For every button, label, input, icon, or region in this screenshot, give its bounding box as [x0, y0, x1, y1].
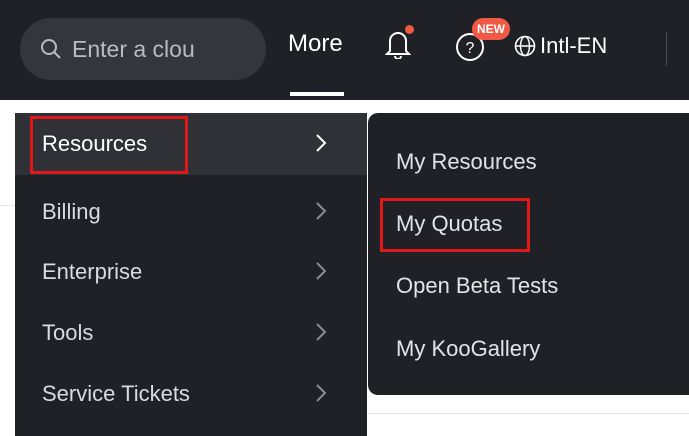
menu-item-label: Service Tickets: [42, 381, 190, 406]
globe-icon[interactable]: [514, 35, 536, 57]
divider: [666, 32, 667, 66]
divider: [368, 413, 689, 414]
menu-item-label: Enterprise: [42, 259, 143, 284]
chevron-right-icon: [316, 202, 327, 220]
submenu-item-label: My Resources: [396, 149, 537, 174]
top-navigation-bar: Enter a clou More ? NEW Intl-EN: [0, 0, 689, 100]
chevron-right-icon: [316, 323, 327, 341]
menu-item-resources[interactable]: Resources: [15, 113, 367, 175]
active-tab-indicator: [290, 92, 344, 96]
submenu-item-my-resources[interactable]: My Resources: [368, 133, 689, 193]
menu-item-label: Billing: [42, 199, 101, 224]
submenu-item-my-quotas[interactable]: My Quotas: [368, 195, 689, 255]
submenu-item-label: My Quotas: [396, 211, 503, 236]
menu-item-service-tickets[interactable]: Service Tickets: [15, 363, 367, 425]
submenu-item-label: My KooGallery: [396, 336, 541, 361]
submenu-item-label: Open Beta Tests: [396, 273, 559, 298]
new-badge: NEW: [472, 18, 510, 40]
chevron-right-icon: [316, 134, 327, 152]
search-input[interactable]: Enter a clou: [20, 18, 266, 80]
more-menu-button[interactable]: More: [288, 30, 343, 58]
menu-item-label: Tools: [42, 320, 94, 345]
search-placeholder: Enter a clou: [72, 35, 195, 62]
language-selector[interactable]: Intl-EN: [540, 33, 607, 59]
svg-text:?: ?: [466, 40, 475, 57]
chevron-right-icon: [316, 262, 327, 280]
menu-item-tools[interactable]: Tools: [15, 302, 367, 364]
menu-item-enterprise[interactable]: Enterprise: [15, 241, 367, 303]
notification-dot: [405, 25, 414, 34]
more-dropdown-menu: Resources Billing Enterprise Tools Servi…: [15, 113, 367, 436]
resources-submenu: My Resources My Quotas Open Beta Tests M…: [368, 113, 689, 395]
search-icon: [41, 39, 61, 59]
menu-item-billing[interactable]: Billing: [15, 181, 367, 243]
submenu-item-open-beta-tests[interactable]: Open Beta Tests: [368, 257, 689, 317]
chevron-right-icon: [316, 384, 327, 402]
submenu-item-my-koogallery[interactable]: My KooGallery: [368, 320, 689, 380]
menu-item-label: Resources: [42, 131, 148, 156]
